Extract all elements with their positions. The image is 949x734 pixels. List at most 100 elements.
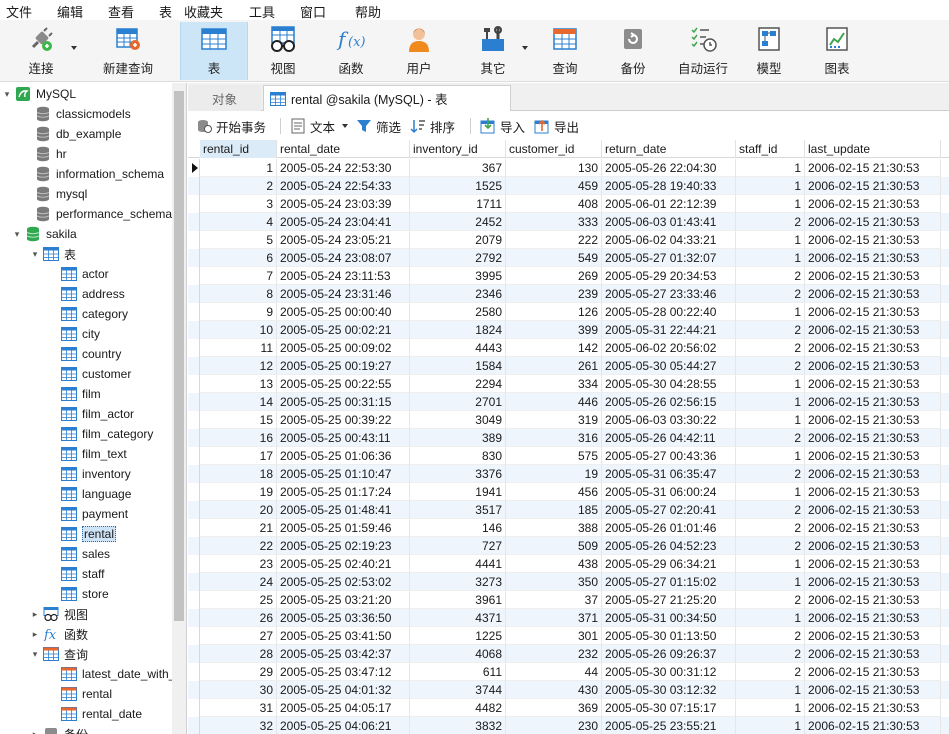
sort-button[interactable]: 排序 — [410, 117, 455, 135]
cell-customer-id[interactable]: 438 — [506, 555, 602, 573]
table-row[interactable]: 13 2005-05-25 00:22:55 2294 334 2005-05-30 0… — [188, 375, 949, 393]
row-selector[interactable] — [188, 609, 200, 627]
cell-rental-date[interactable]: 2005-05-24 23:11:53 — [277, 267, 410, 285]
cell-return-date[interactable]: 2005-05-26 01:01:46 — [602, 519, 736, 537]
cell-inventory-id[interactable]: 2792 — [410, 249, 506, 267]
table-row[interactable]: 12 2005-05-25 00:19:27 1584 261 2005-05-30 0… — [188, 357, 949, 375]
cell-rental-date[interactable]: 2005-05-25 03:41:50 — [277, 627, 410, 645]
tree-table-payment[interactable]: payment — [48, 504, 128, 524]
cell-inventory-id[interactable]: 2346 — [410, 285, 506, 303]
cell-inventory-id[interactable]: 727 — [410, 537, 506, 555]
table-row[interactable]: 23 2005-05-25 02:40:21 4441 438 2005-05-29 0… — [188, 555, 949, 573]
cell-customer-id[interactable]: 232 — [506, 645, 602, 663]
cell-rental-id[interactable]: 27 — [200, 627, 277, 645]
cell-staff-id[interactable]: 1 — [736, 249, 805, 267]
cell-staff-id[interactable]: 2 — [736, 321, 805, 339]
cell-inventory-id[interactable]: 3049 — [410, 411, 506, 429]
cell-rental-id[interactable]: 22 — [200, 537, 277, 555]
cell-last-update[interactable]: 2006-02-15 21:30:53 — [805, 483, 941, 501]
cell-last-update[interactable]: 2006-02-15 21:30:53 — [805, 663, 941, 681]
table-row[interactable]: 24 2005-05-25 02:53:02 3273 350 2005-05-27 0… — [188, 573, 949, 591]
table-row[interactable]: 15 2005-05-25 00:39:22 3049 319 2005-06-03 0… — [188, 411, 949, 429]
cell-rental-date[interactable]: 2005-05-25 01:17:24 — [277, 483, 410, 501]
cell-last-update[interactable]: 2006-02-15 21:30:53 — [805, 303, 941, 321]
menu-help[interactable]: 帮助 — [355, 2, 381, 21]
cell-rental-date[interactable]: 2005-05-24 23:05:21 — [277, 231, 410, 249]
cell-customer-id[interactable]: 269 — [506, 267, 602, 285]
import-button[interactable]: 导入 — [480, 117, 525, 135]
table-row[interactable]: 30 2005-05-25 04:01:32 3744 430 2005-05-30 0… — [188, 681, 949, 699]
cell-rental-id[interactable]: 26 — [200, 609, 277, 627]
cell-rental-id[interactable]: 29 — [200, 663, 277, 681]
row-selector[interactable] — [188, 591, 200, 609]
cell-inventory-id[interactable]: 389 — [410, 429, 506, 447]
cell-staff-id[interactable]: 2 — [736, 537, 805, 555]
cell-return-date[interactable]: 2005-05-30 03:12:32 — [602, 681, 736, 699]
cell-return-date[interactable]: 2005-05-27 02:20:41 — [602, 501, 736, 519]
cell-staff-id[interactable]: 2 — [736, 267, 805, 285]
cell-return-date[interactable]: 2005-06-01 22:12:39 — [602, 195, 736, 213]
model-button[interactable]: 模型 — [742, 22, 796, 80]
cell-staff-id[interactable]: 2 — [736, 429, 805, 447]
cell-customer-id[interactable]: 333 — [506, 213, 602, 231]
cell-return-date[interactable]: 2005-06-02 20:56:02 — [602, 339, 736, 357]
cell-customer-id[interactable]: 19 — [506, 465, 602, 483]
new-query-button[interactable]: 新建查询 — [84, 22, 172, 80]
tree-table-store[interactable]: store — [48, 584, 109, 604]
table-row[interactable]: 20 2005-05-25 01:48:41 3517 185 2005-05-27 0… — [188, 501, 949, 519]
cell-rental-date[interactable]: 2005-05-25 04:06:21 — [277, 717, 410, 734]
cell-last-update[interactable]: 2006-02-15 21:30:53 — [805, 339, 941, 357]
row-selector[interactable] — [188, 501, 200, 519]
cell-return-date[interactable]: 2005-05-26 02:56:15 — [602, 393, 736, 411]
cell-return-date[interactable]: 2005-05-31 00:34:50 — [602, 609, 736, 627]
cell-return-date[interactable]: 2005-05-26 04:52:23 — [602, 537, 736, 555]
cell-return-date[interactable]: 2005-05-31 22:44:21 — [602, 321, 736, 339]
cell-rental-date[interactable]: 2005-05-25 03:21:20 — [277, 591, 410, 609]
table-row[interactable]: 29 2005-05-25 03:47:12 611 44 2005-05-30 00:… — [188, 663, 949, 681]
cell-rental-id[interactable]: 3 — [200, 195, 277, 213]
filter-button[interactable]: 筛选 — [356, 117, 401, 135]
cell-rental-date[interactable]: 2005-05-25 01:06:36 — [277, 447, 410, 465]
tree-db-mysql[interactable]: mysql — [22, 184, 87, 204]
tree-group-views[interactable]: ▸ 视图 — [30, 604, 88, 624]
cell-inventory-id[interactable]: 3744 — [410, 681, 506, 699]
cell-customer-id[interactable]: 509 — [506, 537, 602, 555]
cell-return-date[interactable]: 2005-05-30 07:15:17 — [602, 699, 736, 717]
cell-staff-id[interactable]: 2 — [736, 663, 805, 681]
tree-query-latest-date[interactable]: latest_date_with_ — [48, 664, 175, 684]
menu-table[interactable]: 表 — [159, 2, 172, 21]
table-row[interactable]: 31 2005-05-25 04:05:17 4482 369 2005-05-30 0… — [188, 699, 949, 717]
cell-staff-id[interactable]: 1 — [736, 375, 805, 393]
tree-db-information-schema[interactable]: information_schema — [22, 164, 164, 184]
tree-group-backup[interactable]: ▸备份 — [30, 724, 88, 734]
table-row[interactable]: 3 2005-05-24 23:03:39 1711 408 2005-06-01 22… — [188, 195, 949, 213]
cell-return-date[interactable]: 2005-05-27 01:32:07 — [602, 249, 736, 267]
cell-inventory-id[interactable]: 3832 — [410, 717, 506, 734]
table-row[interactable]: 14 2005-05-25 00:31:15 2701 446 2005-05-26 0… — [188, 393, 949, 411]
cell-rental-id[interactable]: 13 — [200, 375, 277, 393]
cell-last-update[interactable]: 2006-02-15 21:30:53 — [805, 411, 941, 429]
cell-rental-date[interactable]: 2005-05-24 22:53:30 — [277, 159, 410, 177]
cell-return-date[interactable]: 2005-05-30 04:28:55 — [602, 375, 736, 393]
cell-staff-id[interactable]: 1 — [736, 609, 805, 627]
cell-rental-id[interactable]: 31 — [200, 699, 277, 717]
table-row[interactable]: 17 2005-05-25 01:06:36 830 575 2005-05-27 00… — [188, 447, 949, 465]
cell-last-update[interactable]: 2006-02-15 21:30:53 — [805, 375, 941, 393]
cell-customer-id[interactable]: 316 — [506, 429, 602, 447]
table-row[interactable]: 19 2005-05-25 01:17:24 1941 456 2005-05-31 0… — [188, 483, 949, 501]
cell-last-update[interactable]: 2006-02-15 21:30:53 — [805, 267, 941, 285]
cell-staff-id[interactable]: 2 — [736, 501, 805, 519]
cell-rental-date[interactable]: 2005-05-25 01:10:47 — [277, 465, 410, 483]
cell-rental-date[interactable]: 2005-05-25 04:05:17 — [277, 699, 410, 717]
tree-table-city[interactable]: city — [48, 324, 100, 344]
cell-return-date[interactable]: 2005-05-27 23:33:46 — [602, 285, 736, 303]
cell-staff-id[interactable]: 1 — [736, 717, 805, 734]
cell-return-date[interactable]: 2005-05-31 06:00:24 — [602, 483, 736, 501]
row-selector[interactable] — [188, 519, 200, 537]
cell-staff-id[interactable]: 1 — [736, 231, 805, 249]
row-selector[interactable] — [188, 231, 200, 249]
cell-staff-id[interactable]: 1 — [736, 573, 805, 591]
cell-rental-id[interactable]: 15 — [200, 411, 277, 429]
cell-rental-id[interactable]: 17 — [200, 447, 277, 465]
cell-last-update[interactable]: 2006-02-15 21:30:53 — [805, 501, 941, 519]
